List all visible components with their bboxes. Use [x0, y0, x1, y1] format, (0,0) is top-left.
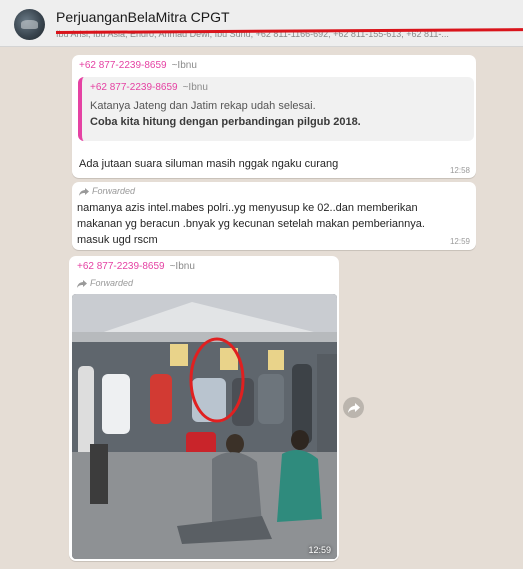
- chat-header[interactable]: PerjuanganBelaMitra CPGT Ibu Arisi, Ibu …: [0, 0, 523, 47]
- message-bubble[interactable]: +62 877-2239-8659 ~Ibnu +62 877-2239-8659…: [72, 55, 476, 178]
- forward-arrow-icon: [79, 188, 89, 196]
- message-time: 12:59: [449, 237, 470, 246]
- share-arrow-icon: [347, 402, 360, 413]
- sender-phone[interactable]: +62 877-2239-8659: [79, 60, 167, 71]
- message-line: masuk ugd rscm: [77, 234, 158, 246]
- forwarded-text: Forwarded: [90, 278, 134, 288]
- message-photo[interactable]: 12:59: [72, 294, 337, 559]
- quoted-line-1: Katanya Jateng dan Jatim rekap udah sele…: [90, 100, 316, 112]
- chat-panel[interactable]: +62 877-2239-8659 ~Ibnu +62 877-2239-8659…: [0, 47, 523, 569]
- quoted-sender-name: ~Ibnu: [182, 82, 208, 93]
- forward-arrow-icon: [77, 280, 87, 288]
- message-bubble[interactable]: Forwarded namanya azis intel.mabes polri…: [72, 182, 476, 250]
- quoted-sender: +62 877-2239-8659 ~Ibnu: [90, 82, 208, 93]
- sender: +62 877-2239-8659 ~Ibnu: [77, 261, 195, 272]
- forwarded-text: Forwarded: [92, 186, 136, 196]
- quoted-message[interactable]: +62 877-2239-8659 ~Ibnu Katanya Jateng da…: [78, 77, 474, 141]
- forwarded-label: Forwarded: [79, 186, 135, 196]
- forwarded-label: Forwarded: [77, 278, 133, 288]
- sender: +62 877-2239-8659 ~Ibnu: [79, 60, 197, 71]
- group-title[interactable]: PerjuanganBelaMitra CPGT: [56, 9, 230, 25]
- sender-name: ~Ibnu: [169, 261, 195, 272]
- group-avatar[interactable]: [14, 9, 45, 40]
- message-line: namanya azis intel.mabes polri..yg menyu…: [77, 202, 418, 214]
- sender-name: ~Ibnu: [171, 60, 197, 71]
- quoted-sender-phone: +62 877-2239-8659: [90, 82, 178, 93]
- photo-scene: [72, 294, 337, 559]
- photo-time: 12:59: [308, 545, 331, 555]
- share-button[interactable]: [343, 397, 364, 418]
- sender-phone[interactable]: +62 877-2239-8659: [77, 261, 165, 272]
- quoted-line-2: Coba kita hitung dengan perbandingan pil…: [90, 116, 361, 128]
- message-text: namanya azis intel.mabes polri..yg menyu…: [77, 200, 472, 248]
- message-text: Ada jutaan suara siluman masih nggak nga…: [79, 158, 339, 170]
- message-time: 12:58: [449, 166, 470, 175]
- quoted-text: Katanya Jateng dan Jatim rekap udah sele…: [90, 98, 465, 130]
- message-line: makanan yg beracun .bnyak yg kecunan set…: [77, 218, 425, 230]
